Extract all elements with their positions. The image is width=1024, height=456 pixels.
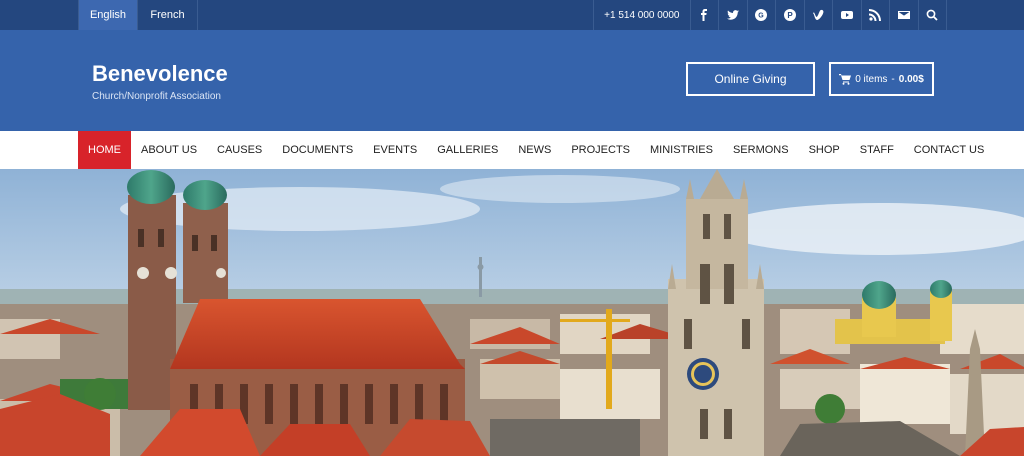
rss-icon[interactable] <box>862 0 890 30</box>
pinterest-icon[interactable]: P <box>776 0 805 30</box>
svg-text:P: P <box>787 11 793 20</box>
google-plus-icon[interactable]: G <box>748 0 776 30</box>
main-navigation: HOME ABOUT US CAUSES DOCUMENTS EVENTS GA… <box>0 131 1024 169</box>
nav-item-ministries[interactable]: MINISTRIES <box>640 131 723 169</box>
nav-item-about-us[interactable]: ABOUT US <box>131 131 207 169</box>
nav-item-galleries[interactable]: GALLERIES <box>427 131 508 169</box>
cart-items: 0 items <box>855 73 888 85</box>
nav-item-documents[interactable]: DOCUMENTS <box>272 131 363 169</box>
email-icon[interactable] <box>890 0 919 30</box>
twitter-icon[interactable] <box>719 0 748 30</box>
top-bar: English French +1 514 000 0000 G P <box>0 0 1024 30</box>
language-french[interactable]: French <box>138 0 198 30</box>
site-header: Benevolence Church/Nonprofit Association… <box>0 30 1024 131</box>
vimeo-icon[interactable] <box>805 0 833 30</box>
nav-item-news[interactable]: NEWS <box>508 131 561 169</box>
language-english[interactable]: English <box>78 0 138 30</box>
youtube-icon[interactable] <box>833 0 862 30</box>
phone-number: +1 514 000 0000 <box>593 0 691 30</box>
top-bar-right: +1 514 000 0000 G P <box>593 0 947 30</box>
site-title[interactable]: Benevolence <box>92 61 228 87</box>
nav-item-home[interactable]: HOME <box>78 131 131 169</box>
nav-item-contact-us[interactable]: CONTACT US <box>904 131 995 169</box>
cart-button[interactable]: 0 items - 0.00$ <box>829 62 934 96</box>
city-skyline-illustration <box>0 169 1024 456</box>
cart-total: 0.00$ <box>898 73 924 85</box>
nav-item-causes[interactable]: CAUSES <box>207 131 272 169</box>
site-tagline: Church/Nonprofit Association <box>92 91 221 102</box>
nav-item-projects[interactable]: PROJECTS <box>561 131 640 169</box>
cart-icon <box>839 74 852 85</box>
nav-item-events[interactable]: EVENTS <box>363 131 427 169</box>
hero-image <box>0 169 1024 456</box>
nav-item-sermons[interactable]: SERMONS <box>723 131 799 169</box>
nav-item-staff[interactable]: STAFF <box>850 131 904 169</box>
nav-item-shop[interactable]: SHOP <box>799 131 850 169</box>
cart-separator: - <box>891 73 895 85</box>
svg-text:G: G <box>759 13 765 20</box>
online-giving-button[interactable]: Online Giving <box>686 62 815 96</box>
facebook-icon[interactable] <box>691 0 719 30</box>
search-icon[interactable] <box>919 0 947 30</box>
